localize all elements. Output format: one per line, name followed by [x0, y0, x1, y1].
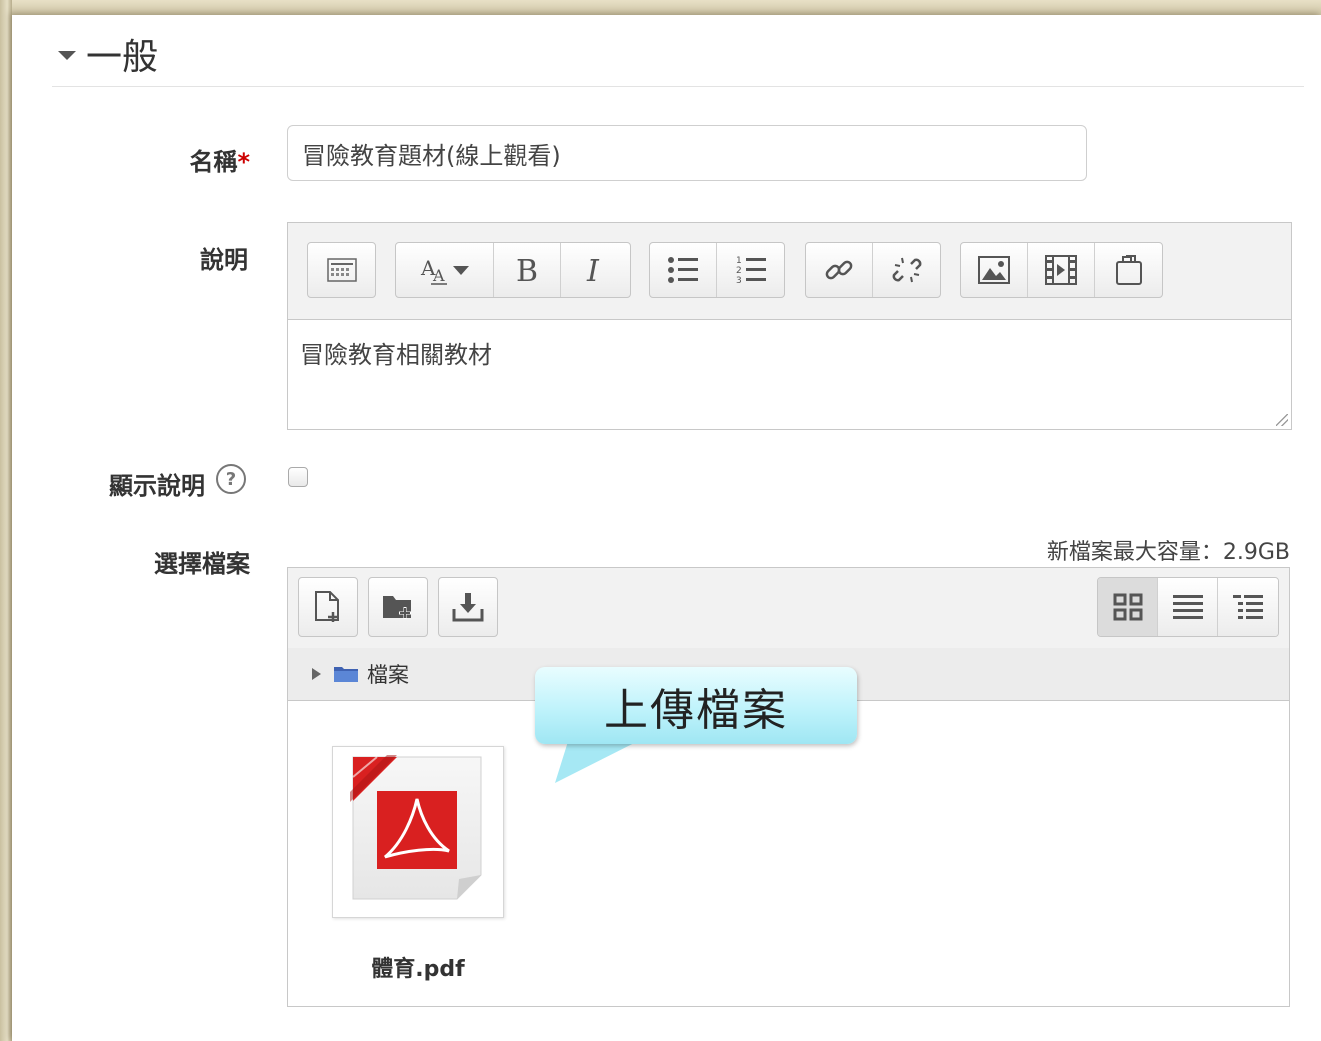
svg-text:3: 3 [736, 276, 742, 286]
view-tree-button[interactable] [1218, 578, 1278, 636]
download-button[interactable] [438, 577, 498, 637]
name-label: 名稱* [150, 142, 250, 177]
toolbar-group-media [960, 242, 1163, 298]
view-icons-button[interactable] [1098, 578, 1158, 636]
show-description-checkbox[interactable] [288, 467, 308, 487]
upload-file-callout: 上傳檔案 [535, 667, 857, 744]
window-top-border [0, 0, 1321, 15]
toolbar-group-lists: 123 [649, 242, 785, 298]
download-icon [452, 593, 484, 622]
editor-toolbar: AA B I 123 [288, 223, 1291, 320]
svg-text:I: I [586, 254, 600, 287]
description-editor: AA B I 123 冒險教育相關教材 [287, 222, 1292, 430]
numbered-list-icon[interactable]: 123 [717, 243, 784, 297]
italic-icon[interactable]: I [561, 243, 628, 297]
create-folder-button[interactable] [368, 577, 428, 637]
name-label-text: 名稱 [189, 148, 238, 176]
manage-files-icon[interactable] [1095, 243, 1162, 297]
expand-caret-icon[interactable] [312, 668, 321, 680]
svg-text:A: A [432, 266, 445, 285]
file-manager: 檔案 體育.pdf [287, 567, 1290, 1007]
bullet-list-icon[interactable] [650, 243, 717, 297]
add-file-button[interactable] [298, 577, 358, 637]
max-file-size: 新檔案最大容量：2.9GB [1046, 540, 1290, 565]
view-switcher [1097, 577, 1279, 637]
unlink-icon[interactable] [873, 243, 940, 297]
description-editor-content[interactable]: 冒險教育相關教材 [300, 335, 492, 370]
tree-view-icon [1233, 595, 1263, 619]
svg-text:1: 1 [736, 256, 742, 266]
svg-text:B: B [516, 254, 538, 287]
callout-text: 上傳檔案 [604, 684, 788, 736]
resize-handle-icon[interactable] [1276, 414, 1288, 426]
file-name[interactable]: 體育.pdf [332, 951, 504, 983]
section-header-general[interactable]: 一般 [58, 28, 158, 80]
show-description-label: 顯示說明 [109, 472, 205, 500]
window-left-border [0, 0, 12, 1041]
grid-view-icon [1113, 593, 1142, 621]
font-size-icon[interactable]: AA [396, 243, 494, 297]
section-title: 一般 [86, 37, 159, 78]
media-icon[interactable] [1028, 243, 1095, 297]
link-icon[interactable] [806, 243, 873, 297]
image-icon[interactable] [961, 243, 1028, 297]
add-file-icon [315, 591, 339, 622]
name-input[interactable] [287, 125, 1087, 181]
list-view-icon [1172, 595, 1203, 619]
folder-icon [334, 667, 358, 682]
toolbar-toggle-icon[interactable] [308, 243, 375, 297]
select-files-label: 選擇檔案 [154, 550, 250, 578]
pdf-file-thumbnail[interactable] [332, 746, 504, 918]
toolbar-group-toggle [307, 242, 376, 298]
view-list-button[interactable] [1158, 578, 1218, 636]
required-mark: * [237, 148, 250, 176]
description-label: 說明 [200, 246, 248, 274]
create-folder-icon [383, 596, 411, 619]
help-icon[interactable]: ? [216, 464, 246, 494]
file-manager-toolbar [288, 568, 1289, 649]
section-divider [52, 86, 1304, 87]
collapse-caret-icon[interactable] [58, 51, 76, 60]
toolbar-group-links [805, 242, 941, 298]
pdf-icon [350, 755, 482, 900]
path-folder-label[interactable]: 檔案 [367, 659, 409, 689]
svg-text:2: 2 [736, 266, 742, 276]
toolbar-group-style: AA B I [395, 242, 631, 298]
bold-icon[interactable]: B [494, 243, 561, 297]
